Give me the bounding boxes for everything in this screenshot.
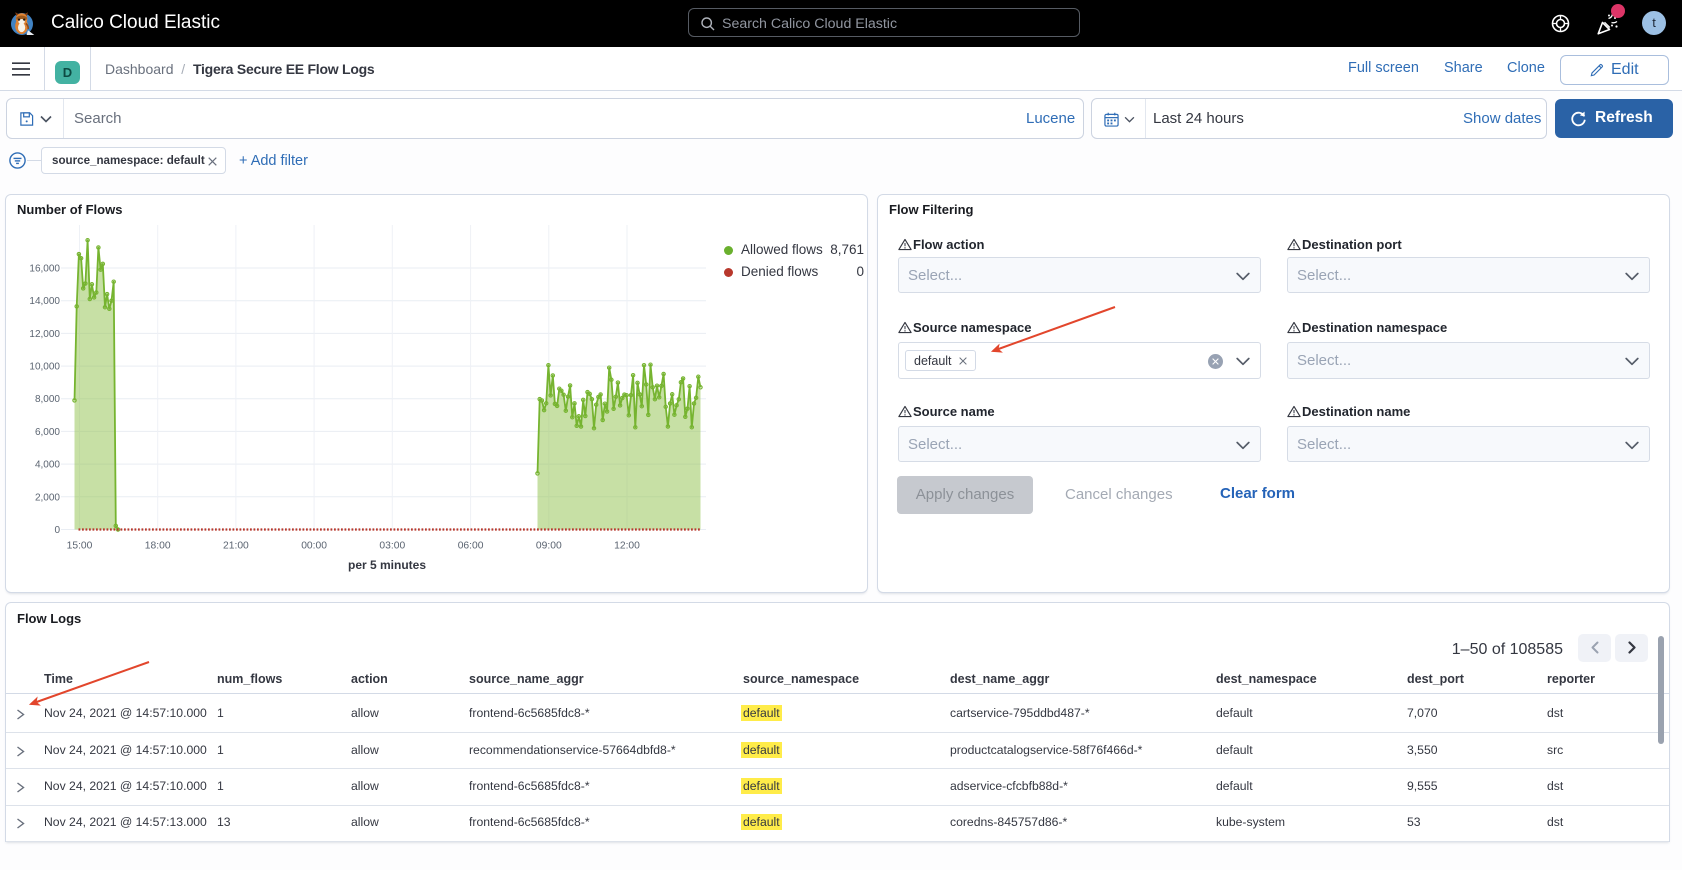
svg-text:2,000: 2,000 xyxy=(35,492,60,503)
svg-text:03:00: 03:00 xyxy=(379,541,405,552)
svg-text:09:00: 09:00 xyxy=(536,541,562,552)
svg-text:00:00: 00:00 xyxy=(301,541,327,552)
svg-text:15:00: 15:00 xyxy=(67,541,93,552)
svg-text:14,000: 14,000 xyxy=(29,296,60,307)
svg-text:21:00: 21:00 xyxy=(223,541,249,552)
svg-text:16,000: 16,000 xyxy=(29,264,60,275)
svg-text:12,000: 12,000 xyxy=(29,329,60,340)
svg-text:6,000: 6,000 xyxy=(35,427,60,438)
svg-text:8,000: 8,000 xyxy=(35,394,60,405)
svg-text:10,000: 10,000 xyxy=(29,362,60,373)
svg-text:12:00: 12:00 xyxy=(614,541,640,552)
svg-text:4,000: 4,000 xyxy=(35,460,60,471)
svg-text:18:00: 18:00 xyxy=(145,541,171,552)
svg-text:0: 0 xyxy=(54,525,60,536)
svg-text:06:00: 06:00 xyxy=(458,541,484,552)
